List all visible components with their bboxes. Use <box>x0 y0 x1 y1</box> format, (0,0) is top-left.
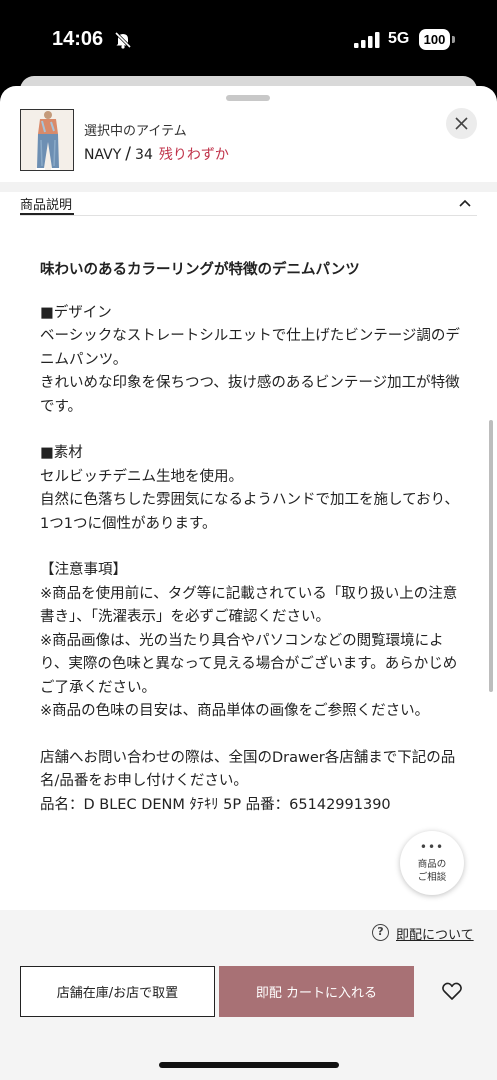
signal-icon <box>354 32 380 48</box>
selected-variant: NAVY/34 残りわずか <box>84 144 229 164</box>
scrollbar[interactable] <box>489 420 493 692</box>
tab-product-description[interactable]: 商品説明 <box>20 194 72 213</box>
stock-status-badge: 残りわずか <box>158 147 229 163</box>
status-bar: 14:06 5G 100 <box>0 0 497 80</box>
selected-item-label: 選択中のアイテム <box>84 124 187 139</box>
battery-indicator: 100 <box>419 29 450 50</box>
more-dots-icon: ••• <box>419 840 445 854</box>
consult-label-line2: ご相談 <box>417 872 447 883</box>
product-detail-sheet: 選択中のアイテム NAVY/34 残りわずか 商品説明 味わいのあるカラーリングが… <box>0 86 497 1080</box>
description-body: ■デザイン ベーシックなストレートシルエットで仕上げたビンテージ調のデニムパンツ… <box>40 305 460 813</box>
section-rule <box>20 215 477 216</box>
product-description: 味わいのあるカラーリングが特徴のデニムパンツ ■デザイン ベーシックなストレート… <box>40 258 465 918</box>
heart-icon[interactable] <box>441 980 463 1002</box>
help-circle-icon[interactable]: ? <box>372 924 389 941</box>
close-icon <box>455 117 468 130</box>
consult-label-line1: 商品の <box>417 859 447 870</box>
chevron-up-icon[interactable] <box>457 197 473 209</box>
store-stock-button[interactable]: 店舗在庫/お店で取置 <box>20 966 215 1017</box>
variant-size: 34 <box>135 147 153 163</box>
bell-slash-icon <box>114 31 132 49</box>
section-divider <box>0 182 497 192</box>
consult-label: 商品の ご相談 <box>400 858 464 884</box>
home-indicator[interactable] <box>159 1062 339 1068</box>
item-thumbnail <box>20 109 74 171</box>
selected-item-header <box>0 102 497 192</box>
status-time: 14:06 <box>52 28 104 50</box>
sheet-grabber-handle[interactable] <box>226 95 270 101</box>
instant-delivery-info-link[interactable]: 即配について <box>396 924 474 943</box>
close-button[interactable] <box>446 108 477 139</box>
network-type: 5G <box>388 30 410 47</box>
consult-button[interactable]: ••• 商品の ご相談 <box>400 831 464 895</box>
variant-separator: / <box>125 144 132 164</box>
denim-pants-image <box>21 110 73 170</box>
description-title: 味わいのあるカラーリングが特徴のデニムパンツ <box>40 262 360 278</box>
add-to-cart-button[interactable]: 即配 カートに入れる <box>219 966 414 1017</box>
battery-tip <box>452 36 455 43</box>
action-footer: ? 即配について 店舗在庫/お店で取置 即配 カートに入れる <box>0 910 497 1080</box>
variant-color: NAVY <box>84 147 122 163</box>
